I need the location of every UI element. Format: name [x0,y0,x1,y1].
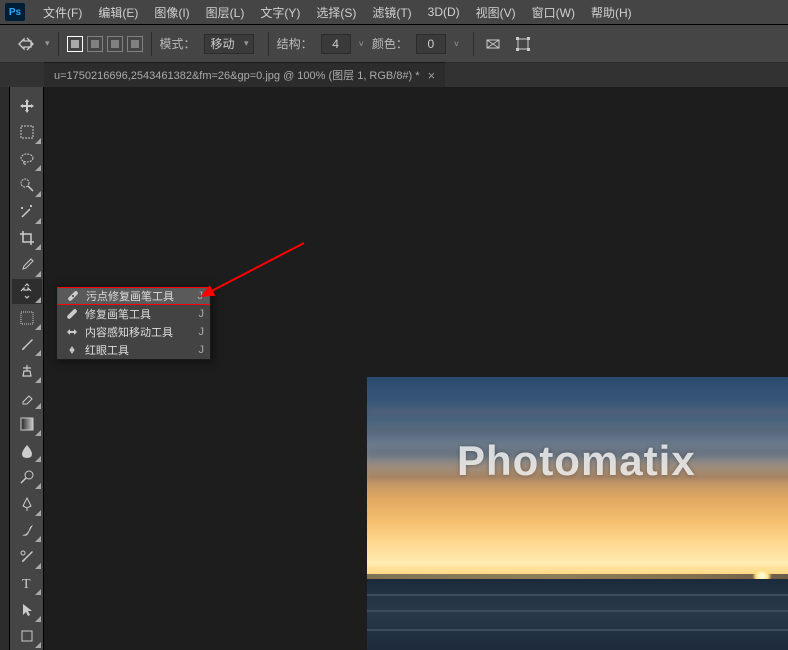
flyout-item-key: J [199,308,205,320]
tool-flyout-menu: 污点修复画笔工具 J 修复画笔工具 J 内容感知移动工具 J 红眼工具 J [56,286,211,360]
flyout-item-key: J [199,344,205,356]
menu-window[interactable]: 窗口(W) [524,0,583,25]
redeye-icon [63,343,81,357]
flyout-item-label: 修复画笔工具 [81,306,199,322]
move-patch-icon [63,325,81,339]
color-label: 颜色： [372,35,408,52]
tool-bar: T [10,87,44,650]
menu-help[interactable]: 帮助(H) [583,0,640,25]
type-tool[interactable]: T [12,571,42,597]
brush-tool[interactable] [12,332,42,358]
document-tab-label: u=1750216696,2543461382&fm=26&gp=0.jpg @… [54,67,420,83]
eyedropper-tool[interactable] [12,252,42,278]
flyout-red-eye[interactable]: 红眼工具 J [57,341,210,359]
frame-tool[interactable] [12,305,42,331]
options-bar: ▾ 模式： 移动 结构： 4 ˅ 颜色： 0 ˅ [0,25,788,63]
menu-image[interactable]: 图像(I) [146,0,197,25]
marquee-tool[interactable] [12,120,42,146]
svg-text:T: T [22,577,31,591]
smudge-tool[interactable] [12,518,42,544]
flyout-item-key: J [199,326,205,338]
mode-dropdown[interactable]: 移动 [204,34,254,54]
pen-tool[interactable] [12,491,42,517]
panel-edge [0,87,10,650]
menu-view[interactable]: 视图(V) [468,0,524,25]
eraser-tool[interactable] [12,385,42,411]
watermark-text: Photomatix [457,437,696,485]
sample-icon[interactable] [482,33,504,55]
history-brush-tool[interactable] [12,544,42,570]
menu-3d[interactable]: 3D(D) [420,1,468,23]
struct-label: 结构： [277,35,313,52]
color-input[interactable]: 0 [416,34,446,54]
flyout-content-aware-move[interactable]: 内容感知移动工具 J [57,323,210,341]
canvas[interactable]: Photomatix [44,87,788,650]
flyout-item-label: 污点修复画笔工具 [82,288,198,304]
magic-wand-tool[interactable] [12,199,42,225]
dodge-tool[interactable] [12,464,42,490]
menu-type[interactable]: 文字(Y) [252,0,308,25]
flyout-spot-healing-brush[interactable]: 污点修复画笔工具 J [57,287,210,305]
quick-select-tool[interactable] [12,173,42,199]
mode-label: 模式： [160,35,196,52]
menu-file[interactable]: 文件(F) [35,0,90,25]
document-tab[interactable]: u=1750216696,2543461382&fm=26&gp=0.jpg @… [44,62,445,87]
bandage-icon [64,289,82,303]
lasso-tool[interactable] [12,146,42,172]
flyout-item-label: 红眼工具 [81,342,199,358]
menu-select[interactable]: 选择(S) [308,0,364,25]
app-logo: Ps [5,3,25,21]
flyout-item-label: 内容感知移动工具 [81,324,199,340]
menu-edit[interactable]: 编辑(E) [90,0,146,25]
transform-icon[interactable] [512,33,534,55]
move-tool[interactable] [12,93,42,119]
flyout-item-key: J [198,290,204,302]
menu-filter[interactable]: 滤镜(T) [364,0,419,25]
canvas-image: Photomatix [367,377,788,650]
shape-tool[interactable] [12,624,42,650]
tool-preset-icon[interactable] [15,33,37,55]
bandage-icon [63,307,81,321]
menu-bar: Ps 文件(F) 编辑(E) 图像(I) 图层(L) 文字(Y) 选择(S) 滤… [0,0,788,25]
menu-layer[interactable]: 图层(L) [198,0,253,25]
flyout-healing-brush[interactable]: 修复画笔工具 J [57,305,210,323]
gradient-tool[interactable] [12,411,42,437]
clone-stamp-tool[interactable] [12,358,42,384]
content-aware-move-tool[interactable] [12,279,42,305]
blur-tool[interactable] [12,438,42,464]
source-thumbs[interactable] [67,36,143,52]
close-icon[interactable]: × [428,68,436,83]
document-tab-bar: u=1750216696,2543461382&fm=26&gp=0.jpg @… [0,63,788,87]
struct-input[interactable]: 4 [321,34,351,54]
path-select-tool[interactable] [12,597,42,623]
crop-tool[interactable] [12,226,42,252]
